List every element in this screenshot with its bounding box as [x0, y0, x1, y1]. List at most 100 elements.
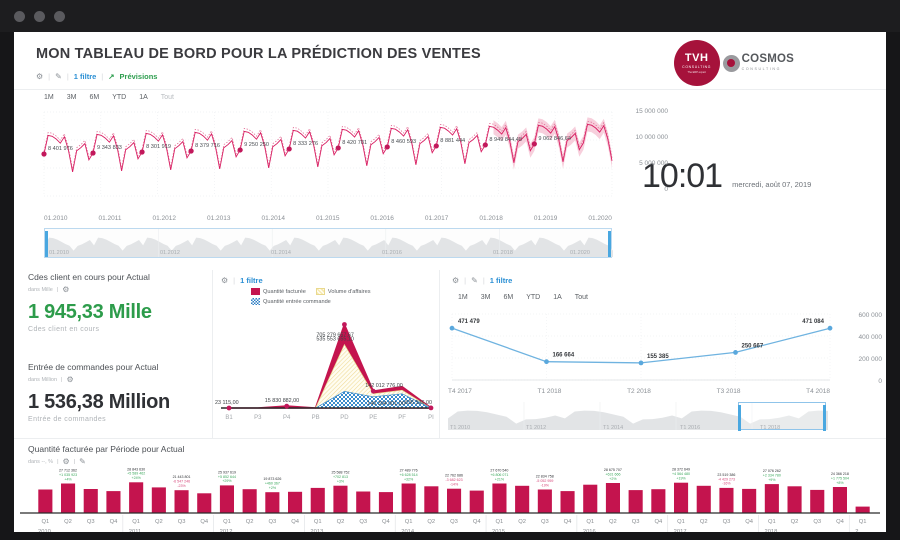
forecast-chart-panel: 1M 3M 6M YTD 1A Tout 8 401 976 9 343 833 8…	[28, 92, 668, 262]
data-label: 155 385	[647, 354, 669, 360]
x-tick-quarter: Q4	[473, 519, 482, 525]
bar	[174, 490, 189, 513]
x-tick: 01.2011	[98, 215, 122, 222]
annotation-value: 19 873 626	[263, 477, 281, 481]
data-label: 836 536,00	[405, 400, 432, 406]
x-tick-year: 2016	[583, 529, 596, 532]
gear-icon[interactable]: ⚙	[452, 276, 459, 285]
gear-icon[interactable]: ⚙	[62, 285, 69, 294]
annotation-value: 22 762 686	[445, 474, 463, 478]
nav-x-tick: T1 2014	[603, 425, 624, 431]
navigator-sparkline	[45, 229, 613, 257]
x-tick-quarter: Q2	[427, 519, 435, 525]
x-tick: 01.2020	[588, 215, 612, 222]
x-tick-year: 2010	[38, 529, 51, 532]
page-title: MON TABLEAU DE BORD POUR LA PRÉDICTION D…	[36, 46, 481, 62]
filter-link[interactable]: 1 filtre	[74, 72, 97, 81]
right-panel-toolbar: ⚙ | ✎ | 1 filtre	[452, 276, 512, 285]
x-tick: T4 2017	[448, 388, 472, 395]
annotation-pct: +3%	[337, 479, 345, 483]
x-tick-year: 2...	[855, 529, 863, 532]
navigator-handle-right[interactable]	[608, 231, 611, 257]
pencil-icon[interactable]: ✎	[471, 276, 478, 285]
annotation-pct: -16%	[722, 482, 731, 486]
legend-label: Quantité entrée commande	[263, 298, 331, 305]
annotation-delta: +2 334 780	[763, 473, 781, 477]
gear-icon[interactable]: ⚙	[66, 375, 73, 384]
navigator-handle-right[interactable]	[823, 405, 826, 431]
x-tick-quarter: Q3	[541, 519, 549, 525]
range-tab-3m[interactable]: 3M	[67, 94, 77, 101]
close-button[interactable]	[14, 10, 25, 22]
quarterly-trend-panel: ⚙ | ✎ | 1 filtre 1M 3M 6M YTD 1A Tout 47…	[442, 270, 886, 438]
x-tick-quarter: Q3	[632, 519, 640, 525]
gear-icon[interactable]: ⚙	[36, 72, 43, 81]
legend-item-facturee: Quantité facturée	[251, 288, 306, 295]
range-tab-6m[interactable]: 6M	[89, 94, 99, 101]
app-window: MON TABLEAU DE BORD POUR LA PRÉDICTION D…	[0, 0, 900, 540]
toolbar-separator: |	[101, 72, 104, 81]
y-tick: 5 000 000	[639, 160, 668, 167]
toolbar-separator: |	[66, 72, 69, 81]
navigator-selection[interactable]	[738, 402, 826, 431]
pencil-icon[interactable]: ✎	[55, 72, 62, 81]
data-label: 8 301 919	[146, 144, 171, 150]
bar	[242, 489, 257, 513]
range-tab-6m[interactable]: 6M	[503, 294, 513, 301]
range-tab-1a[interactable]: 1A	[553, 294, 562, 301]
annotation-value: 28 843 630	[127, 467, 145, 471]
forecast-x-axis: 01.2010 01.2011 01.2012 01.2013 01.2014 …	[44, 215, 612, 222]
annotation-value: 22 834 758	[536, 475, 554, 479]
x-tick-quarter: Q4	[836, 519, 845, 525]
annotation-pct: +8%	[836, 481, 844, 485]
mid-panel-toolbar: ⚙ | 1 filtre	[221, 276, 263, 285]
annotation-delta: +6 628 514	[400, 473, 418, 477]
x-tick-quarter: Q4	[654, 519, 663, 525]
range-tab-1m[interactable]: 1M	[44, 94, 54, 101]
filter-link[interactable]: 1 filtre	[490, 276, 513, 285]
forecast-navigator[interactable]: 01.2010 01.2012 01.2014 01.2016 01.2018 …	[44, 228, 613, 258]
kpi-card-entree-commandes: Entrée de commandes pour Actual dans Mil…	[28, 362, 208, 440]
meta-separator: |	[61, 376, 63, 383]
gear-icon[interactable]: ⚙	[221, 276, 228, 285]
range-tab-tout[interactable]: Tout	[575, 294, 588, 301]
bar	[537, 489, 552, 513]
y-tick: 400 000	[858, 334, 883, 341]
kpi-unit: dans Million	[28, 376, 58, 383]
bar	[605, 483, 620, 513]
x-tick-quarter: Q1	[314, 519, 322, 525]
range-tab-tout[interactable]: Tout	[161, 94, 174, 101]
legend-swatch-icon	[251, 298, 260, 305]
x-tick-quarter: Q2	[518, 519, 526, 525]
range-tab-1a[interactable]: 1A	[139, 94, 148, 101]
annotation-value: 28 675 707	[604, 468, 622, 472]
minimize-button[interactable]	[34, 10, 45, 22]
tvh-subtagline: The ERP expert	[687, 70, 706, 74]
navigator-handle-left[interactable]	[45, 231, 48, 257]
legend-swatch-icon	[251, 288, 260, 295]
range-tab-ytd[interactable]: YTD	[526, 294, 540, 301]
range-tab-ytd[interactable]: YTD	[112, 94, 126, 101]
dashboard-toolbar: ⚙ | ✎ | 1 filtre | ↗ Prévisions	[36, 72, 157, 81]
range-tab-3m[interactable]: 3M	[481, 294, 491, 301]
x-tick-year: 2018	[764, 529, 777, 532]
x-tick-year: 2011	[129, 529, 141, 532]
bar	[696, 485, 711, 513]
nav-x-tick: 01.2012	[160, 250, 180, 256]
navigator-handle-left[interactable]	[738, 405, 741, 431]
forecast-link[interactable]: Prévisions	[120, 72, 158, 81]
x-tick-quarter: Q3	[450, 519, 458, 525]
annotation-pct: +32%	[404, 477, 414, 481]
quarterly-navigator[interactable]: T1 2010 T1 2012 T1 2014 T1 2016 T1 2018	[448, 402, 828, 432]
chart-legend: Quantité facturée Volume d'affaires Quan…	[213, 288, 441, 305]
bar	[628, 490, 643, 513]
kpi-meta: dans Million | ⚙	[28, 375, 208, 384]
meta-separator: |	[73, 458, 76, 465]
maximize-button[interactable]	[54, 10, 65, 22]
kpi-title: Entrée de commandes pour Actual	[28, 362, 159, 372]
bar	[129, 482, 144, 513]
x-tick: PD	[340, 415, 349, 421]
annotation-delta: +1 775 504	[831, 476, 849, 480]
range-tab-1m[interactable]: 1M	[458, 294, 468, 301]
filter-link[interactable]: 1 filtre	[240, 276, 263, 285]
